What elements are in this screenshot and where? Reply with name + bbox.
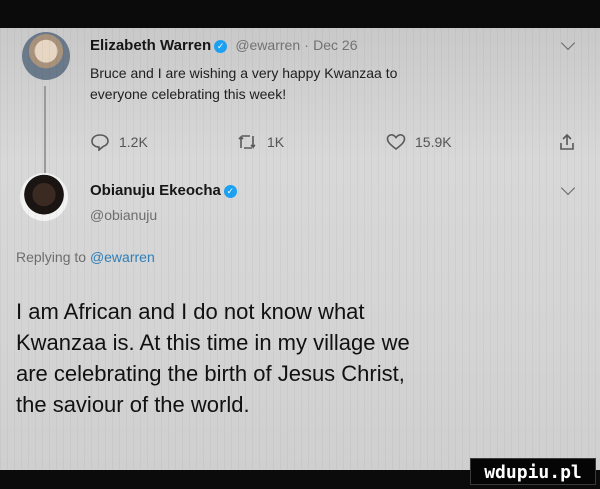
retweet-count: 1K <box>267 134 285 150</box>
site-watermark: wdupiu.pl <box>470 458 596 485</box>
tweet1-handle[interactable]: @ewarren <box>235 37 300 53</box>
obianuju-avatar[interactable] <box>20 173 68 221</box>
tweet2-text-line1: I am African and I do not know what <box>16 299 365 324</box>
tweet1-text-line2: everyone celebrating this week! <box>90 86 287 102</box>
tweet2-text-line3: are celebrating the birth of Jesus Chris… <box>16 361 405 386</box>
replying-to-mention[interactable]: @ewarren <box>90 249 155 265</box>
retweet-icon <box>236 133 258 151</box>
warren-avatar[interactable] <box>22 32 70 80</box>
verified-badge-icon: ✓ <box>223 185 237 198</box>
like-button[interactable]: 15.9K <box>386 133 452 151</box>
tweet2-text-line4: the saviour of the world. <box>16 392 250 417</box>
verified-badge-icon: ✓ <box>214 40 228 53</box>
tweet2-handle[interactable]: @obianuju <box>90 207 157 223</box>
tweet1-text-line1: Bruce and I are wishing a very happy Kwa… <box>90 65 398 81</box>
heart-icon <box>386 133 406 151</box>
tweet-screen: Elizabeth Warren ✓ @ewarren · Dec 26 Bruc… <box>0 28 600 470</box>
reply-icon <box>90 133 110 151</box>
retweet-button[interactable]: 1K <box>236 133 284 151</box>
tweet1-header: Elizabeth Warren ✓ @ewarren · Dec 26 <box>90 37 357 54</box>
tweet1-date[interactable]: Dec 26 <box>313 37 357 53</box>
tweet1-separator: · <box>304 37 309 53</box>
tweet2-author-name[interactable]: Obianuju Ekeocha <box>90 182 221 199</box>
chevron-down-icon[interactable] <box>560 35 576 51</box>
replying-to-line: Replying to @ewarren <box>16 249 155 265</box>
replying-to-prefix: Replying to <box>16 249 87 265</box>
like-count: 15.9K <box>415 134 452 150</box>
share-icon <box>558 133 576 151</box>
share-button[interactable] <box>558 133 576 151</box>
tweet1-author-name[interactable]: Elizabeth Warren <box>90 37 211 54</box>
tweet2-text-line2: Kwanzaa is. At this time in my village w… <box>16 330 410 355</box>
reply-button[interactable]: 1.2K <box>90 133 148 151</box>
reply-count: 1.2K <box>119 134 148 150</box>
tweet2-text: I am African and I do not know what Kwan… <box>16 296 576 420</box>
tweet1-text: Bruce and I are wishing a very happy Kwa… <box>90 63 560 105</box>
tweet2-header: Obianuju Ekeocha ✓ <box>90 182 237 199</box>
chevron-down-icon[interactable] <box>560 180 576 196</box>
